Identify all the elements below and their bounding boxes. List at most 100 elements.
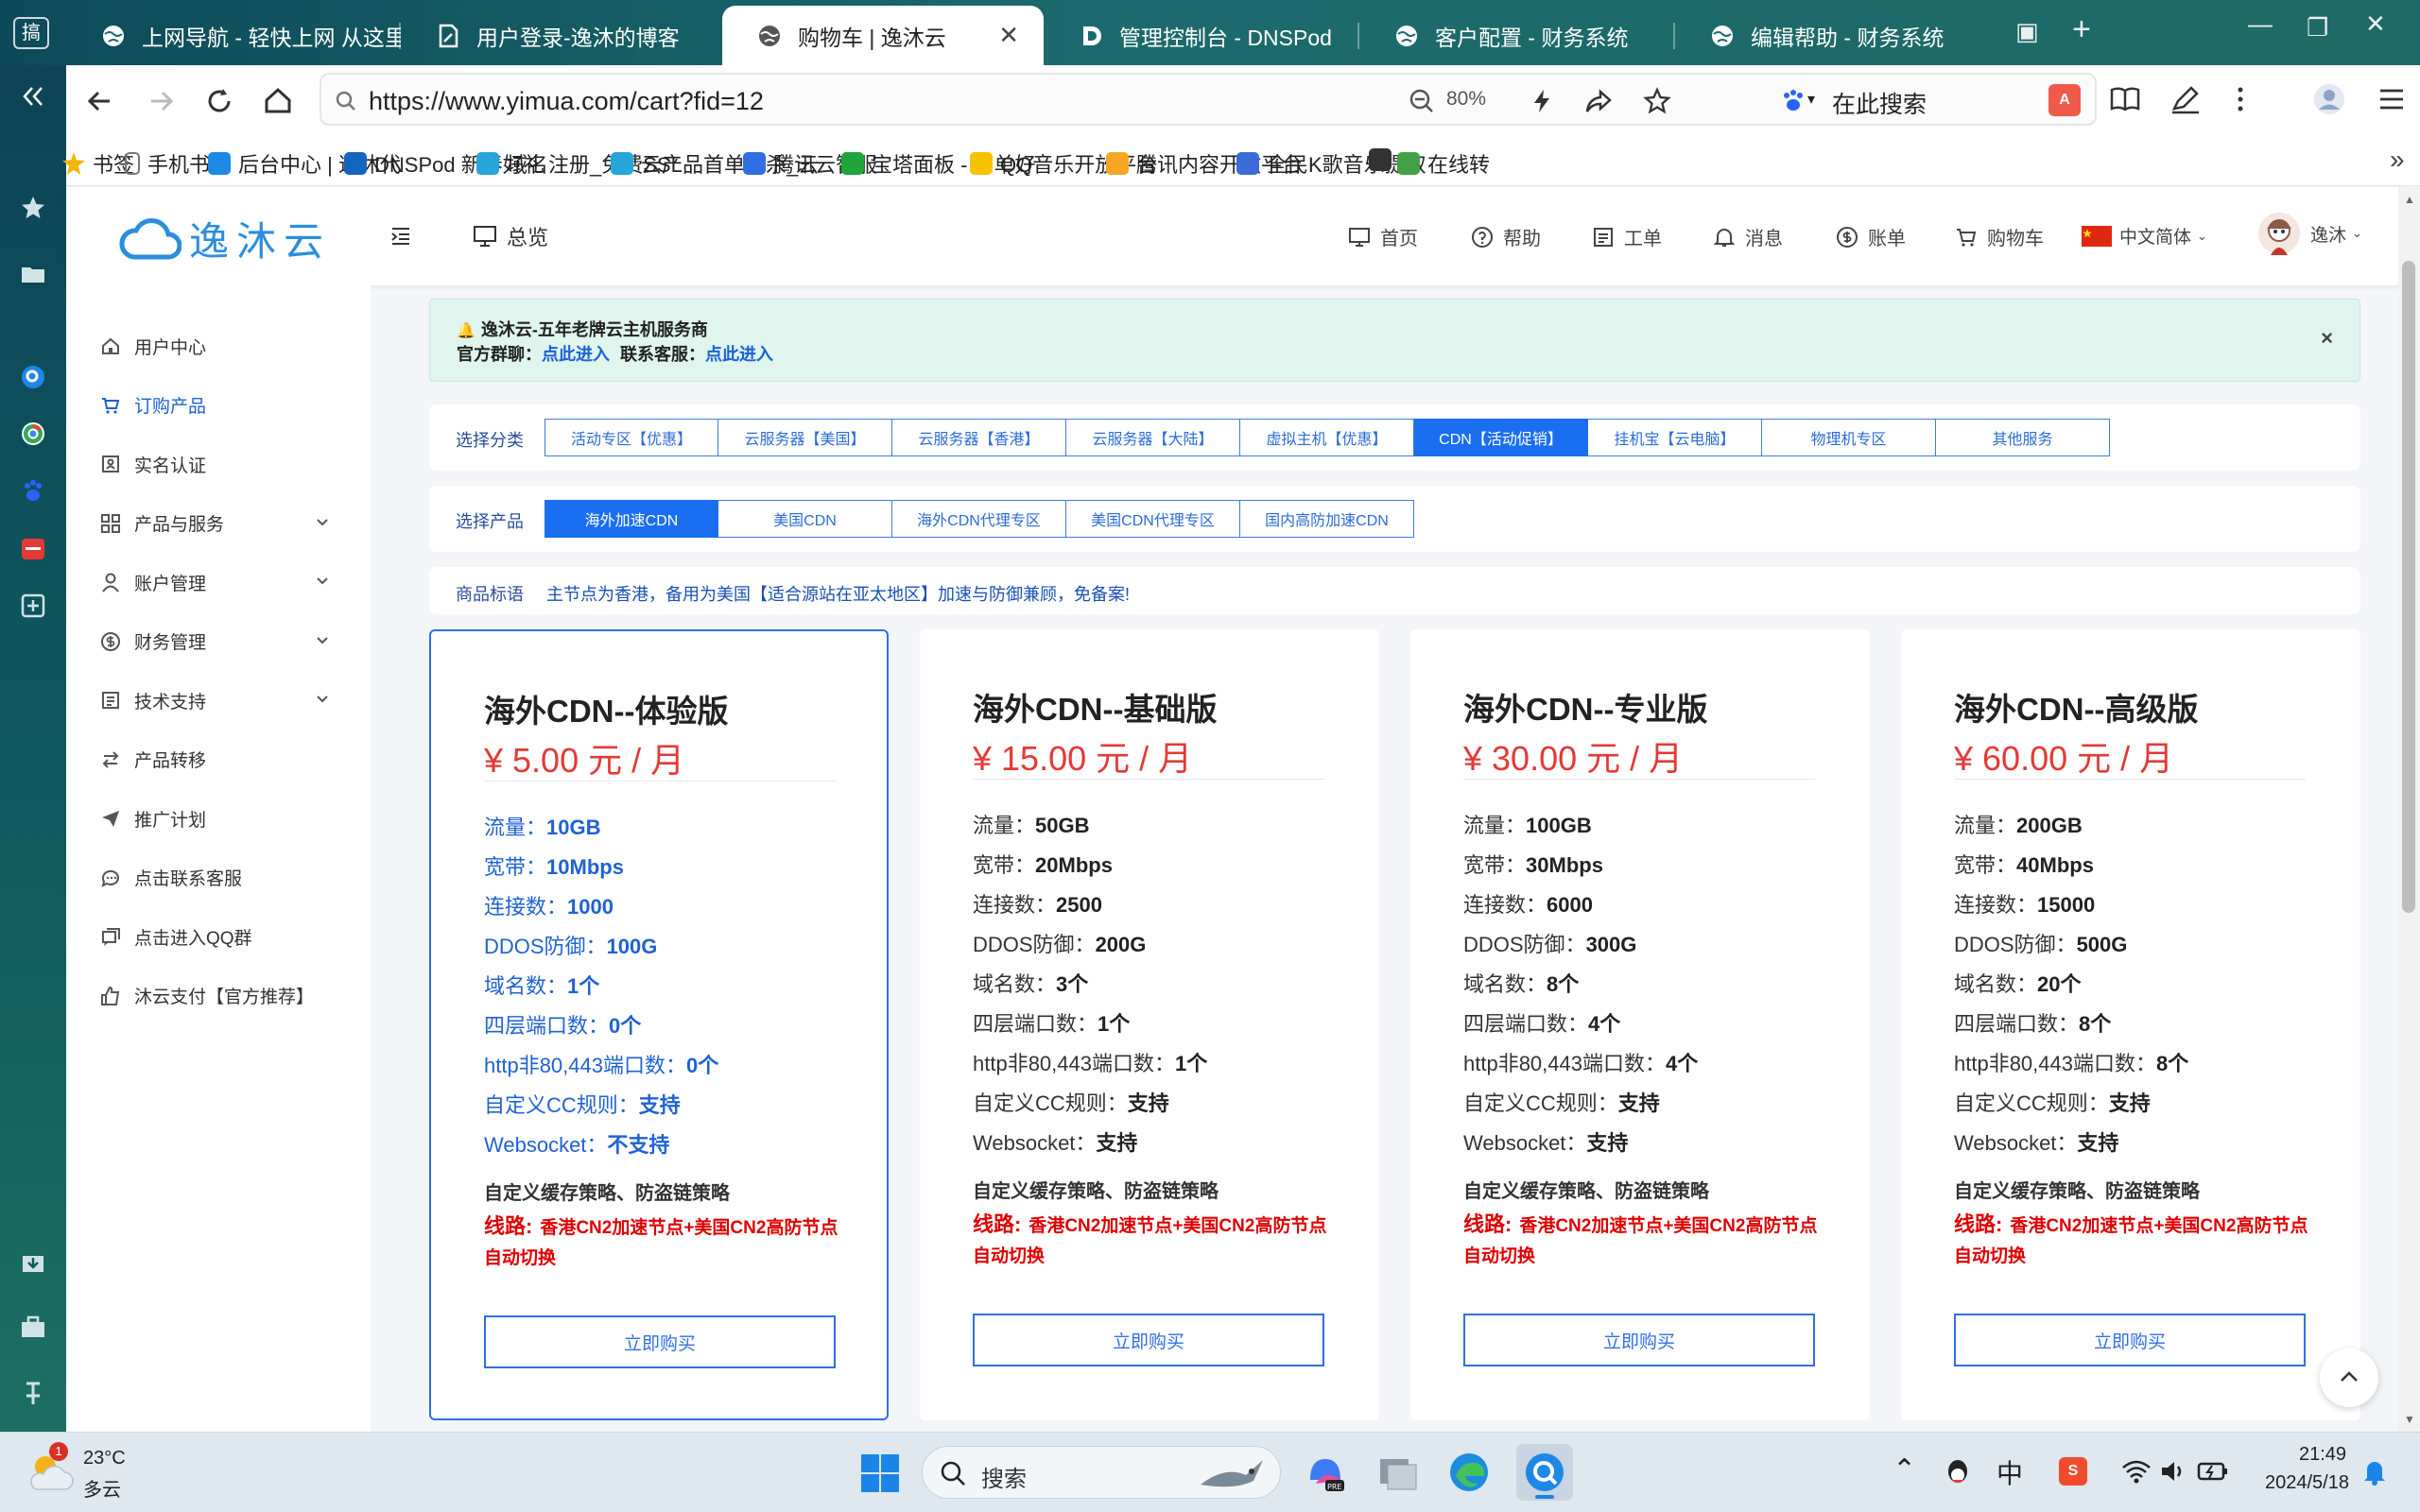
sidebar-item[interactable]: 推广计划 (100, 799, 342, 837)
volume-icon[interactable] (2159, 1459, 2187, 1484)
file-explorer-icon[interactable] (1376, 1453, 1418, 1491)
copilot-icon[interactable]: PRE (1305, 1452, 1346, 1493)
category-filter-option[interactable]: 挂机宝【云电脑】 (1588, 419, 1762, 456)
forward-icon[interactable] (142, 82, 180, 120)
plan-card[interactable]: 海外CDN--专业版 ¥ 30.00 元 / 月流量：100GB 宽带：30Mbps… (1410, 629, 1870, 1420)
zoom-level[interactable]: 80% (1446, 88, 1486, 111)
pdf-extension-icon[interactable]: A (2048, 84, 2081, 116)
category-filter-option[interactable]: 物理机专区 (1762, 419, 1936, 456)
browser-tab[interactable]: 上网导航 - 轻快上网 从这里 (66, 6, 401, 65)
chrome-app-icon[interactable] (19, 420, 47, 448)
briefcase-icon[interactable] (19, 1313, 47, 1341)
header-nav-ticket[interactable]: 工单 (1592, 223, 1662, 250)
header-nav-monitor[interactable]: 首页 (1348, 223, 1418, 250)
clock-date[interactable]: 2024/5/18 (2265, 1472, 2349, 1494)
minimize-icon[interactable]: — (2248, 9, 2273, 39)
bookmarks-overflow-icon[interactable]: » (2390, 145, 2405, 175)
sidebar-item[interactable]: 技术支持 (100, 681, 342, 719)
header-nav-cart[interactable]: 购物车 (1955, 223, 2044, 250)
close-window-icon[interactable]: ✕ (2365, 9, 2386, 39)
back-to-top-button[interactable] (2320, 1349, 2378, 1407)
search-engine-dropdown-icon[interactable]: ▾ (1807, 90, 1815, 109)
sidebar-item[interactable]: 产品转移 (100, 741, 342, 779)
profile-icon[interactable] (2312, 82, 2346, 116)
sidebar-item[interactable]: 点击联系客服 (100, 859, 342, 897)
folder-icon[interactable] (19, 260, 47, 288)
hamburger-menu-icon[interactable] (2375, 82, 2409, 116)
product-filter-option[interactable]: 国内高防加速CDN (1240, 500, 1414, 538)
taskbar-search[interactable]: 搜索 (922, 1446, 1281, 1499)
category-filter-option[interactable]: 云服务器【香港】 (892, 419, 1066, 456)
sidebar-item[interactable]: 沐云支付【官方推荐】 (100, 977, 342, 1015)
sidebar-item[interactable]: 实名认证 (100, 445, 342, 483)
new-tab-icon[interactable]: + (2072, 11, 2091, 48)
plan-card[interactable]: 海外CDN--基础版 ¥ 15.00 元 / 月流量：50GB 宽带：20Mbps 连… (920, 629, 1379, 1420)
bookmark-item[interactable] (1369, 148, 1399, 171)
battery-icon[interactable] (2197, 1459, 2229, 1484)
sidebar-item[interactable]: 产品与服务 (100, 505, 342, 542)
home-icon[interactable] (259, 82, 297, 120)
url-text[interactable]: https://www.yimua.com/cart?fid=12 (369, 87, 764, 116)
product-filter-option[interactable]: 海外加速CDN (544, 500, 718, 538)
sidebar-item[interactable]: 点击进入QQ群 (100, 918, 342, 955)
browser-tab[interactable]: 编辑帮助 - 财务系统 (1675, 6, 1991, 65)
edge-browser-icon[interactable] (1448, 1452, 1490, 1493)
browser-tab[interactable]: 购物车 | 逸沐云 ✕ (722, 6, 1044, 65)
reader-mode-icon[interactable] (2108, 82, 2142, 116)
zoom-out-icon[interactable] (1409, 88, 1435, 114)
share-icon[interactable] (1584, 87, 1613, 115)
active-app-icon[interactable] (1516, 1444, 1573, 1501)
sidebar-item[interactable]: 用户中心 (100, 327, 342, 365)
category-filter-option[interactable]: 其他服务 (1936, 419, 2110, 456)
back-icon[interactable] (81, 82, 119, 120)
group-link[interactable]: 点此进入 (542, 345, 610, 364)
more-menu-icon[interactable] (2223, 82, 2257, 116)
scroll-down-icon[interactable]: ▼ (2404, 1413, 2415, 1426)
browser-tab[interactable]: 用户登录-逸沐的博客 (401, 6, 722, 65)
product-filter-option[interactable]: 海外CDN代理专区 (892, 500, 1066, 538)
category-filter-option[interactable]: 活动专区【优惠】 (544, 419, 718, 456)
menu-toggle-icon[interactable] (389, 225, 412, 248)
red-app-icon[interactable] (19, 535, 47, 563)
plan-card[interactable]: 海外CDN--高级版 ¥ 60.00 元 / 月流量：200GB 宽带：40Mbps… (1901, 629, 2360, 1420)
wifi-icon[interactable] (2121, 1459, 2152, 1484)
tray-overflow-icon[interactable]: ⌃ (1893, 1453, 1916, 1486)
notification-bell-icon[interactable] (2361, 1457, 2388, 1486)
overview-link[interactable]: 总览 (473, 221, 548, 251)
add-app-icon[interactable] (19, 592, 47, 620)
sogou-tray-icon[interactable]: S (2059, 1457, 2087, 1486)
search-app-icon[interactable] (19, 363, 47, 391)
restore-icon[interactable]: ❐ (2307, 13, 2328, 43)
reload-icon[interactable] (200, 82, 238, 120)
close-notice-icon[interactable]: × (2321, 326, 2333, 351)
qq-tray-icon[interactable] (1944, 1457, 1972, 1489)
ime-indicator[interactable]: 中 (1996, 1453, 2023, 1491)
sidebar-item[interactable]: 财务管理 (100, 623, 342, 661)
user-menu[interactable]: 逸沐 ⌄ (2257, 212, 2362, 255)
downloads-icon[interactable] (19, 1248, 47, 1277)
browser-tab[interactable]: 管理控制台 - DNSPod (1044, 6, 1359, 65)
clock-time[interactable]: 21:49 (2299, 1444, 2346, 1466)
sidebar-item[interactable]: 订购产品 (100, 387, 342, 424)
product-filter-option[interactable]: 美国CDN (718, 500, 892, 538)
close-tab-icon[interactable]: ✕ (998, 21, 1019, 50)
category-filter-option[interactable]: 云服务器【美国】 (718, 419, 892, 456)
collapse-sidebar-icon[interactable] (19, 82, 47, 111)
plan-card[interactable]: 海外CDN--体验版 ¥ 5.00 元 / 月流量：10GB 宽带：10Mbps 连接… (429, 629, 889, 1420)
search-box[interactable]: 在此搜索 (1832, 86, 1927, 120)
bookmark-item[interactable]: 在线转 (1397, 148, 1490, 179)
sidebar-item[interactable]: 账户管理 (100, 563, 342, 601)
header-nav-dollar[interactable]: 账单 (1836, 223, 1906, 250)
browser-app-icon[interactable]: 搞 (13, 17, 49, 49)
paw-icon[interactable] (19, 477, 47, 506)
annotate-icon[interactable] (2169, 82, 2203, 116)
scroll-up-icon[interactable]: ▲ (2404, 193, 2415, 206)
address-bar[interactable]: https://www.yimua.com/cart?fid=12 80% ▾ … (320, 73, 2097, 126)
category-filter-option[interactable]: 虚拟主机【优惠】 (1240, 419, 1414, 456)
buy-now-button[interactable]: 立即购买 (484, 1315, 836, 1368)
scrollbar-thumb[interactable] (2402, 261, 2415, 913)
site-logo[interactable]: 逸沐云 (119, 210, 331, 267)
start-windows-icon[interactable] (860, 1453, 900, 1493)
category-filter-option[interactable]: CDN【活动促销】 (1414, 419, 1588, 456)
star-icon[interactable] (1643, 87, 1671, 115)
